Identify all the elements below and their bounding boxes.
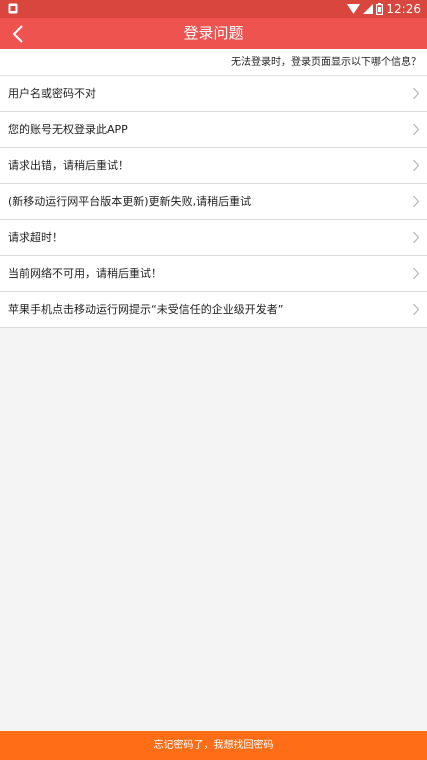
problem-list: 用户名或密码不对 您的账号无权登录此APP 请求出错，请稍后重试！ (新移动运行… (0, 76, 427, 328)
problem-item-timeout[interactable]: 请求超时！ (0, 220, 427, 256)
chevron-right-icon (413, 195, 420, 208)
question-text: 无法登录时，登录页面显示以下哪个信息？ (231, 57, 421, 68)
battery-icon (376, 3, 384, 15)
chevron-right-icon (413, 303, 420, 316)
title-bar: 登录问题 (0, 18, 427, 49)
problem-label: 请求出错，请稍后重试！ (8, 159, 129, 172)
problem-label: 苹果手机点击移动运行网提示“未受信任的企业级开发者” (8, 303, 284, 316)
status-time: 12:26 (386, 2, 421, 16)
signal-icon (363, 4, 374, 14)
status-icons: 12:26 (347, 1, 421, 17)
chevron-right-icon (413, 159, 420, 172)
problem-item-untrusted-developer[interactable]: 苹果手机点击移动运行网提示“未受信任的企业级开发者” (0, 292, 427, 328)
problem-item-update-failed[interactable]: (新移动运行网平台版本更新)更新失败,请稍后重试 (0, 184, 427, 220)
forgot-password-button[interactable]: 忘记密码了，我想找回密码 (0, 731, 427, 760)
page-title: 登录问题 (183, 24, 244, 42)
problem-item-network-unavailable[interactable]: 当前网络不可用，请稍后重试！ (0, 256, 427, 292)
problem-label: 用户名或密码不对 (8, 87, 96, 100)
notification-icon (8, 3, 18, 14)
problem-label: 当前网络不可用，请稍后重试！ (8, 267, 162, 280)
problem-item-no-permission[interactable]: 您的账号无权登录此APP (0, 112, 427, 148)
chevron-right-icon (413, 231, 420, 244)
problem-item-wrong-credentials[interactable]: 用户名或密码不对 (0, 76, 427, 112)
status-bar: 12:26 (0, 0, 427, 18)
chevron-right-icon (413, 87, 420, 100)
problem-label: 请求超时！ (8, 231, 63, 244)
chevron-right-icon (413, 123, 420, 136)
question-header: 无法登录时，登录页面显示以下哪个信息？ (0, 49, 427, 76)
wifi-icon (347, 4, 361, 14)
chevron-right-icon (413, 267, 420, 280)
problem-label: 您的账号无权登录此APP (8, 123, 128, 136)
problem-label: (新移动运行网平台版本更新)更新失败,请稍后重试 (8, 195, 252, 208)
forgot-password-label: 忘记密码了，我想找回密码 (153, 740, 274, 751)
problem-item-request-error[interactable]: 请求出错，请稍后重试！ (0, 148, 427, 184)
